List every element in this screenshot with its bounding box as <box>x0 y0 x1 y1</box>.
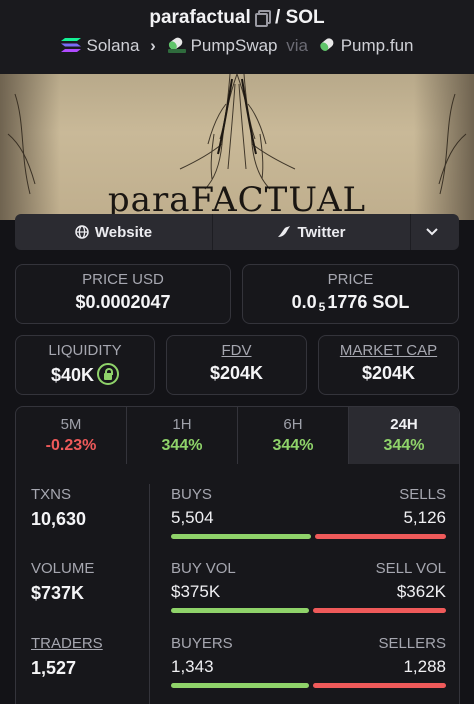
tab-change: -0.23% <box>45 437 97 454</box>
lock-icon[interactable] <box>97 363 120 385</box>
chevron-right-icon: › <box>150 36 156 55</box>
fdv-label[interactable]: FDV <box>167 342 306 359</box>
pair-breadcrumb: Solana › PumpSwap via Pump.fun <box>0 36 474 56</box>
fdv-value: $204K <box>209 363 264 383</box>
price-rest: 1776 SOL <box>327 292 410 312</box>
sell-vol-label: SELL VOL <box>375 560 446 577</box>
launchpad-link[interactable]: Pump.fun <box>341 36 414 55</box>
volume-value: $737K <box>31 583 85 603</box>
txns-label: TXNS <box>31 486 72 503</box>
pumpswap-icon <box>167 37 186 53</box>
buyers-label: BUYERS <box>171 635 233 652</box>
buys-value: 5,504 <box>171 508 214 527</box>
solana-icon <box>60 38 81 52</box>
price-native-card: PRICE 0.0 5 1776 SOL <box>242 264 459 324</box>
liquidity-amount: $40K <box>50 365 95 385</box>
price-usd-label: PRICE USD <box>82 271 164 288</box>
pair-header: parafactual / SOL Solana › PumpSwap via … <box>0 0 474 74</box>
buy-bar <box>171 534 311 539</box>
tab-change: 344% <box>161 437 203 454</box>
liquidity-value: $40K <box>16 363 154 386</box>
tab-change: 344% <box>272 437 314 454</box>
volume-ratio-bar <box>171 608 446 613</box>
divider <box>149 484 150 704</box>
traders-ratio-bar <box>171 683 446 688</box>
tab-label: 5M <box>60 416 82 433</box>
twitter-button[interactable]: Twitter <box>213 214 411 250</box>
traders-value: 1,527 <box>31 658 77 678</box>
dex-link[interactable]: PumpSwap <box>191 36 278 55</box>
tab-change: 344% <box>383 437 425 454</box>
twitter-label: Twitter <box>297 223 346 241</box>
price-prefix: 0.0 <box>291 292 317 312</box>
token-banner-image: paraFACTUAL <box>0 74 474 220</box>
price-usd-value: $0.0002047 <box>75 292 171 312</box>
buys-sells-ratio-bar <box>171 534 446 539</box>
social-links-bar: Website Twitter <box>15 214 459 250</box>
market-cap-card: MARKET CAP $204K <box>318 335 459 395</box>
liquidity-card: LIQUIDITY $40K <box>15 335 155 395</box>
timeframe-tabs: 5M -0.23% 1H 344% 6H 344% 24H 344% <box>15 406 460 465</box>
buy-bar <box>171 683 309 688</box>
website-button[interactable]: Website <box>15 214 213 250</box>
tab-6h[interactable]: 6H 344% <box>238 407 349 464</box>
buys-label: BUYS <box>171 486 212 503</box>
more-links-button[interactable] <box>411 214 459 250</box>
tab-5m[interactable]: 5M -0.23% <box>16 407 127 464</box>
market-cap-value: $204K <box>361 363 416 383</box>
sells-label: SELLS <box>399 486 446 503</box>
token-name: parafactual <box>149 7 251 28</box>
tab-24h[interactable]: 24H 344% <box>349 407 459 464</box>
txns-value: 10,630 <box>31 509 87 529</box>
price-usd-card: PRICE USD $0.0002047 <box>15 264 231 324</box>
volume-label: VOLUME <box>31 560 95 577</box>
sellers-value: 1,288 <box>403 657 446 676</box>
transactions-panel: TXNS 10,630 VOLUME $737K TRADERS 1,527 B… <box>15 464 460 704</box>
liquidity-label: LIQUIDITY <box>48 342 122 359</box>
buys-sells-row: BUYS SELLS 5,504 5,126 <box>171 486 446 539</box>
market-cap-label[interactable]: MARKET CAP <box>319 342 458 359</box>
sell-bar <box>315 534 446 539</box>
pair-separator: / <box>275 7 281 28</box>
sell-vol-value: $362K <box>396 582 446 601</box>
tab-label: 1H <box>172 416 192 433</box>
chevron-down-icon <box>426 228 438 236</box>
price-native-value: 0.0 5 1776 SOL <box>243 292 458 314</box>
traders-row: BUYERS SELLERS 1,343 1,288 <box>171 635 446 688</box>
sell-bar <box>313 683 446 688</box>
quote-token: SOL <box>285 7 325 28</box>
volume-row: BUY VOL SELL VOL $375K $362K <box>171 560 446 613</box>
globe-icon <box>75 225 89 239</box>
volume-stat: VOLUME $737K <box>31 560 94 604</box>
txns-stat: TXNS 10,630 <box>31 486 86 530</box>
buyers-value: 1,343 <box>171 657 214 676</box>
chain-link[interactable]: Solana <box>87 36 140 55</box>
tab-1h[interactable]: 1H 344% <box>127 407 238 464</box>
traders-stat: TRADERS 1,527 <box>31 635 103 679</box>
sells-value: 5,126 <box>403 508 446 527</box>
website-label: Website <box>94 223 153 241</box>
pumpfun-icon <box>320 38 334 51</box>
token-page: parafactual / SOL Solana › PumpSwap via … <box>0 0 474 704</box>
buy-bar <box>171 608 309 613</box>
traders-label[interactable]: TRADERS <box>31 635 103 652</box>
price-zero-count: 5 <box>318 300 326 314</box>
tab-label: 24H <box>390 416 418 433</box>
via-label: via <box>286 36 308 55</box>
fdv-card: FDV $204K <box>166 335 307 395</box>
pair-title: parafactual / SOL <box>0 7 474 29</box>
sellers-label: SELLERS <box>378 635 446 652</box>
buy-vol-value: $375K <box>171 582 221 601</box>
buy-vol-label: BUY VOL <box>171 560 236 577</box>
copy-icon[interactable] <box>254 10 271 27</box>
sell-bar <box>313 608 446 613</box>
tab-label: 6H <box>283 416 303 433</box>
price-native-label: PRICE <box>327 271 374 288</box>
twitter-bird-icon <box>278 226 291 237</box>
